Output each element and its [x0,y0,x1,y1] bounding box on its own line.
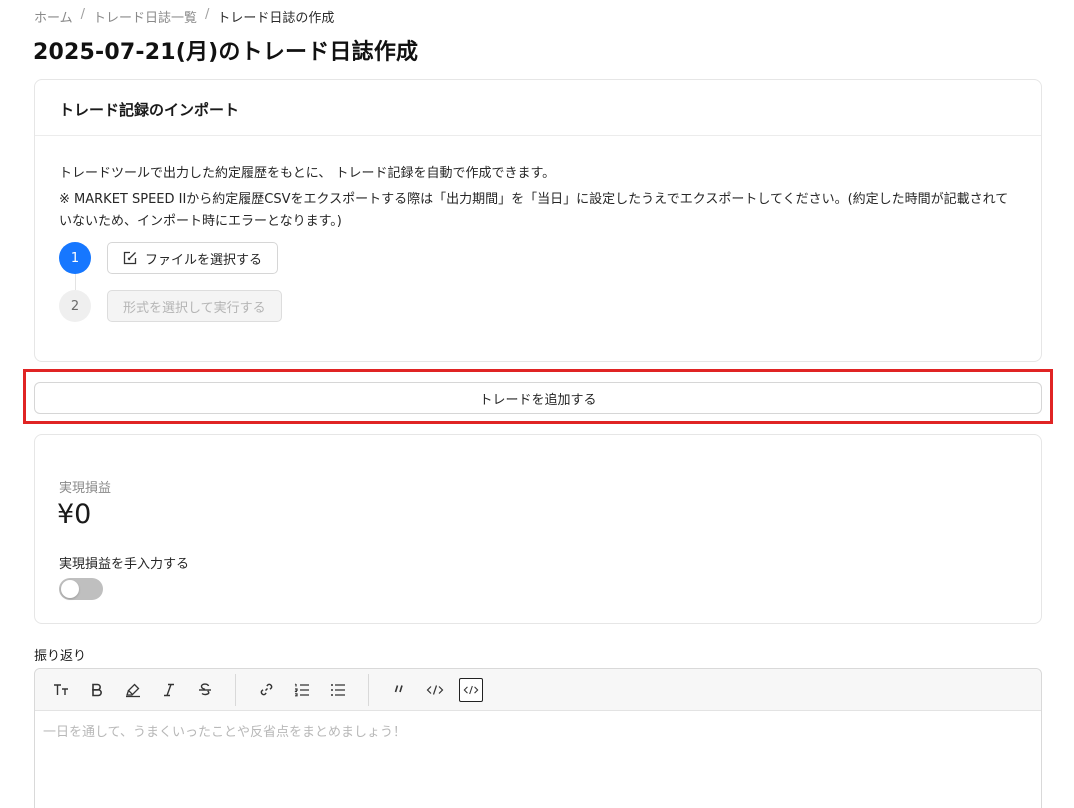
step-1: 1 ファイルを選択する [59,242,279,274]
select-file-label: ファイルを選択する [145,252,263,268]
edit-icon [123,251,137,265]
pnl-label: 実現損益 [59,481,112,496]
import-card-title: トレード記録のインポート [35,80,1041,136]
manual-pnl-label: 実現損益を手入力する [59,557,190,572]
select-file-button[interactable]: ファイルを選択する [107,242,279,274]
toolbar-divider [235,673,236,706]
import-note: ※ MARKET SPEED IIから約定履歴CSVをエクスポートする際は「出力… [59,192,1009,229]
code-icon[interactable] [423,678,447,702]
manual-pnl-toggle[interactable] [59,578,103,600]
breadcrumb-current: トレード日誌の作成 [217,11,335,26]
code-block-icon[interactable] [459,677,483,702]
highlight-icon[interactable] [121,678,145,702]
breadcrumb-home[interactable]: ホーム [34,7,73,26]
breadcrumb: ホーム / トレード日誌一覧 / トレード日誌の作成 [34,7,334,26]
review-label: 振り返り [34,649,87,664]
bullet-list-icon[interactable] [326,678,350,702]
editor-toolbar [35,669,1041,711]
step-2-number: 2 [59,290,91,322]
review-editor: 一日を通して、うまくいったことや反省点をまとめましょう！ [34,668,1042,808]
pnl-card: 実現損益 ¥0 実現損益を手入力する [34,434,1042,624]
step-1-number: 1 [59,242,91,274]
italic-icon[interactable] [157,678,181,702]
review-placeholder: 一日を通して、うまくいったことや反省点をまとめましょう！ [43,725,406,740]
import-card: トレード記録のインポート トレードツールで出力した約定履歴をもとに、 トレード記… [34,79,1042,362]
page-title: 2025-07-21(月)のトレード日誌作成 [33,40,419,65]
breadcrumb-separator: / [80,7,86,22]
execute-format-button[interactable]: 形式を選択して実行する [107,290,282,322]
bold-icon[interactable] [85,678,109,702]
import-description: トレードツールで出力した約定履歴をもとに、 トレード記録を自動で作成できます。 [59,166,556,181]
quote-icon[interactable] [387,678,411,702]
ordered-list-icon[interactable] [290,678,314,702]
text-size-icon[interactable] [49,678,73,702]
strikethrough-icon[interactable] [193,678,217,702]
link-icon[interactable] [254,678,278,702]
toggle-knob [61,580,79,598]
step-connector [75,274,76,290]
breadcrumb-journal-list[interactable]: トレード日誌一覧 [93,7,197,26]
breadcrumb-separator: / [205,7,210,22]
pnl-value: ¥0 [57,499,92,530]
review-text-area[interactable]: 一日を通して、うまくいったことや反省点をまとめましょう！ [35,711,1041,750]
add-trade-button[interactable]: トレードを追加する [34,382,1042,414]
step-2: 2 形式を選択して実行する [59,290,282,322]
toolbar-divider [368,673,369,706]
